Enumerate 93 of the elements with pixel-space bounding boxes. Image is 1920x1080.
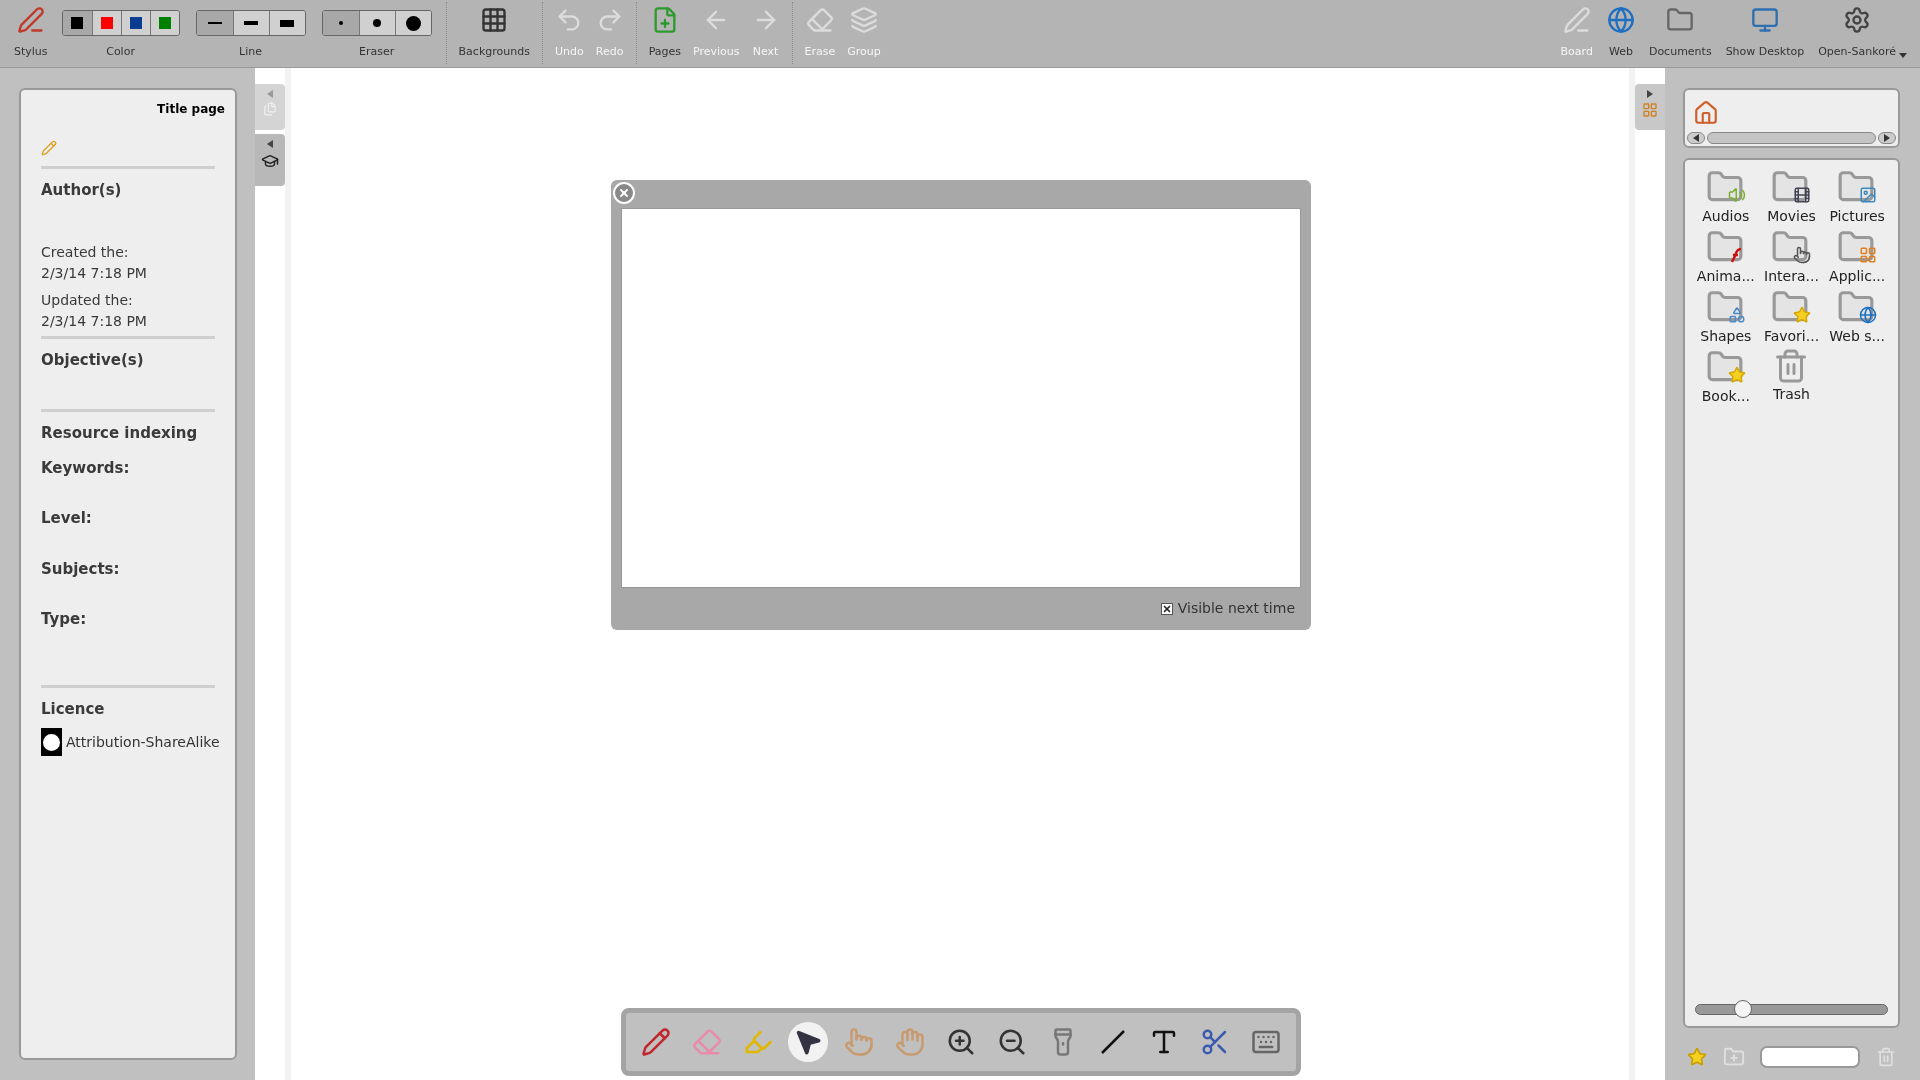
option-segment[interactable]	[268, 11, 305, 35]
globe-icon	[1606, 6, 1635, 34]
library-folder[interactable]: Intera...	[1758, 228, 1825, 286]
date-label: Updated the:	[41, 290, 134, 310]
library-folder[interactable]: Shapes	[1693, 288, 1759, 346]
licence-name: Attribution-ShareAlike	[66, 732, 220, 752]
library-folder[interactable]: Audios	[1693, 168, 1759, 226]
pencil-icon[interactable]	[41, 140, 57, 156]
group-label: Eraser	[358, 43, 395, 60]
library-folder[interactable]: Applic...	[1824, 228, 1890, 286]
creative-commons-icon	[41, 728, 62, 756]
library-folder[interactable]: Movies	[1758, 168, 1825, 226]
left-triangle-icon	[1693, 134, 1699, 142]
pages-icon	[263, 102, 277, 116]
option-segment[interactable]	[120, 11, 150, 35]
expand-arrow-icon	[1647, 90, 1653, 98]
toolbar-button[interactable]: Documents	[1642, 2, 1718, 62]
folder-icon	[1771, 288, 1812, 326]
library-icon	[1642, 102, 1658, 118]
pen-icon	[641, 1027, 671, 1057]
scrollbar-thumb[interactable]	[1707, 132, 1876, 144]
toolbar-button[interactable]: Backgrounds	[452, 2, 536, 62]
line-width-icon	[207, 22, 222, 24]
date-value: 2/3/14 7:18 PM	[41, 263, 148, 283]
erase-icon	[805, 6, 834, 34]
dot-size-icon	[373, 19, 382, 27]
folder-icon	[1771, 228, 1812, 266]
zoom-slider[interactable]	[1695, 1000, 1888, 1018]
close-button[interactable]	[613, 182, 635, 204]
toolbar-button[interactable]: Show Desktop	[1719, 2, 1811, 62]
field-label: Subjects:	[41, 558, 121, 580]
search-field[interactable]	[1760, 1046, 1861, 1068]
tool-button[interactable]	[788, 1022, 829, 1062]
option-segment[interactable]	[62, 11, 92, 35]
section-heading: Licence	[41, 698, 106, 720]
section-heading: Objective(s)	[41, 349, 145, 371]
checkbox[interactable]	[1160, 602, 1173, 615]
collapse-arrow-icon	[267, 140, 273, 148]
option-segment[interactable]	[358, 11, 395, 35]
monitor-icon	[1750, 6, 1779, 34]
scroll-left-button[interactable]	[1687, 132, 1705, 144]
pointing-hand-icon	[844, 1027, 875, 1057]
group-label: Line	[239, 43, 263, 60]
folder-icon	[1666, 6, 1695, 34]
grid-icon	[480, 6, 509, 34]
checkbox-label: Visible next time	[1177, 599, 1295, 618]
group-icon	[850, 6, 879, 34]
slider-thumb[interactable]	[1734, 1000, 1753, 1018]
dot-size-icon	[338, 21, 343, 25]
dot-size-icon	[405, 15, 421, 31]
library-folder[interactable]: Anima...	[1693, 228, 1759, 286]
right-triangle-icon	[1884, 134, 1890, 142]
option-segment[interactable]	[196, 11, 233, 35]
folder-icon	[1837, 228, 1878, 266]
toolbar-button[interactable]: Pages	[642, 2, 688, 62]
section-heading: Resource indexing	[41, 423, 199, 444]
field-label: Type:	[41, 609, 88, 630]
scroll-right-button[interactable]	[1878, 132, 1896, 144]
line-width-icon	[280, 19, 295, 27]
field-label: Level:	[41, 508, 93, 529]
option-segment[interactable]	[232, 11, 269, 35]
stylus-icon	[16, 6, 45, 34]
date-value: 2/3/14 7:18 PM	[41, 311, 148, 331]
group-label: Color	[106, 43, 135, 60]
folder-icon	[1837, 168, 1878, 206]
close-icon	[618, 187, 630, 199]
library-folder[interactable]: Pictures	[1824, 168, 1890, 226]
folder-icon	[1705, 348, 1746, 386]
folder-icon	[1837, 288, 1878, 326]
toolbar-button[interactable]: Open-Sankoré	[1812, 2, 1908, 62]
graduation-cap-icon	[261, 152, 279, 170]
library-tab[interactable]	[1635, 84, 1665, 130]
collapse-arrow-icon	[267, 90, 273, 98]
folder-icon	[1771, 168, 1812, 206]
field-label: Keywords:	[41, 457, 131, 479]
toolbar-button[interactable]: Web	[1600, 2, 1641, 62]
panel-title: Title page	[157, 101, 225, 118]
settings-icon	[1843, 6, 1872, 34]
library-folder[interactable]: Book...	[1693, 348, 1759, 406]
library-folder[interactable]: Web s...	[1824, 288, 1890, 346]
folder-icon	[1705, 288, 1746, 326]
teacher-tab[interactable]	[255, 134, 285, 186]
board-icon	[1562, 6, 1591, 34]
home-icon[interactable]	[1693, 100, 1719, 126]
eraser-icon	[691, 1027, 722, 1057]
toolbar-button[interactable]: Stylus	[8, 2, 54, 62]
date-label: Created the:	[41, 242, 130, 262]
library-folder[interactable]: Trash	[1758, 348, 1825, 406]
library-folder[interactable]: Favori...	[1758, 288, 1825, 346]
line-width-icon	[244, 21, 259, 25]
option-segment[interactable]	[394, 11, 431, 35]
section-heading: Author(s)	[41, 180, 123, 201]
hand-icon	[895, 1027, 926, 1057]
